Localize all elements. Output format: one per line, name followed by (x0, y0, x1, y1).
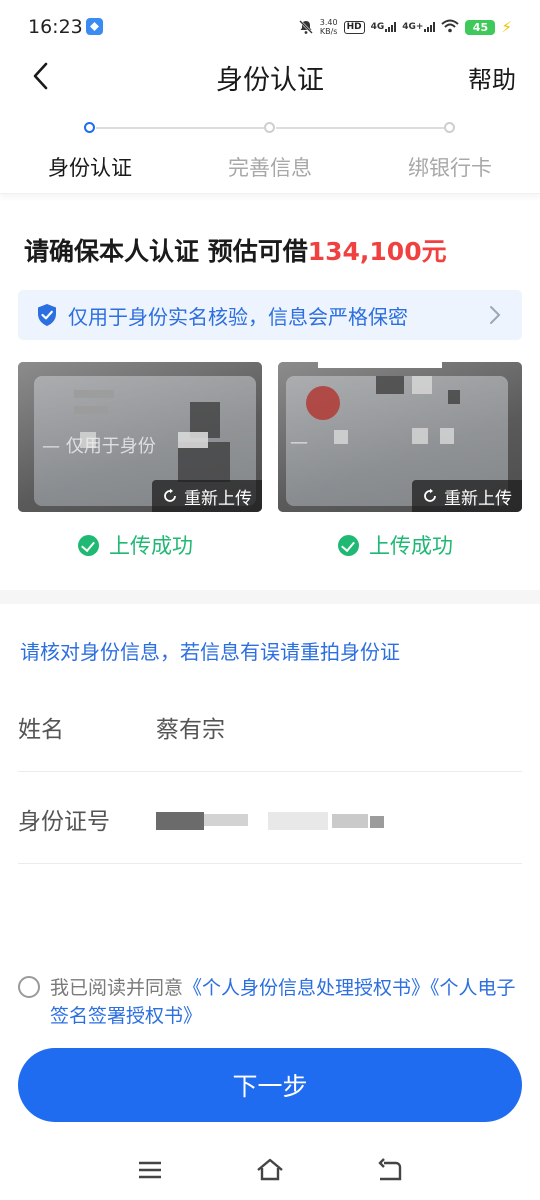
net-speed-unit: KB/s (319, 27, 338, 36)
page-title: 身份认证 (216, 65, 324, 96)
net-speed: 3.40 KB/s (320, 18, 338, 36)
step-identity: 身份认证 (48, 156, 132, 180)
check-circle-icon (78, 534, 99, 556)
loan-estimate-headline: 请确保本人认证 预估可借134,100元 (24, 232, 447, 268)
upload-success-label: 上传成功 (109, 534, 193, 558)
next-step-button[interactable]: 下一步 (18, 1048, 522, 1122)
signal-4g-icon: 4G (371, 22, 397, 32)
name-label: 姓名 (18, 717, 64, 743)
step-connector (96, 127, 264, 129)
id-card-portrait-side[interactable]: — 仅用于身份 重新上传 (18, 362, 262, 512)
progress-stepper: 身份认证 完善信息 绑银行卡 (0, 118, 540, 194)
privacy-notice-bar[interactable]: 仅用于身份实名核验，信息会严格保密 (18, 290, 522, 340)
charging-icon: ⚡ (501, 18, 512, 36)
shield-check-icon (38, 304, 56, 326)
card-watermark: — 仅用于身份 (42, 436, 156, 457)
id-number-row: 身份证号 (18, 772, 522, 864)
home-icon[interactable] (254, 1154, 286, 1186)
reupload-label: 重新上传 (184, 488, 252, 509)
app-header: 身份认证 帮助 (0, 56, 540, 96)
step-dot (264, 122, 275, 133)
agree-checkbox[interactable] (18, 976, 40, 998)
battery-icon: 45 (465, 19, 496, 35)
upload-success-label: 上传成功 (369, 534, 453, 558)
chevron-right-icon (490, 306, 501, 324)
step-bind-bank-card: 绑银行卡 (408, 156, 492, 180)
signal-4g-label: 4G (370, 22, 385, 32)
verify-info-hint: 请核对身份信息，若信息有误请重拍身份证 (20, 640, 400, 664)
net-speed-value: 3.40 (319, 18, 338, 27)
upload-success-status: 上传成功 (338, 530, 453, 560)
reupload-button[interactable]: 重新上传 (152, 480, 262, 512)
signal-4g-plus-label: 4G+ (402, 22, 424, 32)
refresh-icon (164, 488, 176, 502)
help-link[interactable]: 帮助 (468, 60, 516, 95)
mute-bell-icon (298, 19, 314, 35)
name-value: 蔡有宗 (156, 717, 225, 743)
personal-info-authorization-link[interactable]: 《个人身份信息处理授权书》 (183, 977, 430, 999)
agreement-text: 我已阅读并同意《个人身份信息处理授权书》《个人电子签名签署授权书》 (50, 974, 526, 1030)
back-nav-icon[interactable] (374, 1154, 406, 1186)
step-complete-info: 完善信息 (228, 156, 312, 180)
system-nav-bar (0, 1140, 540, 1200)
privacy-notice-text: 仅用于身份实名核验，信息会严格保密 (68, 304, 408, 329)
estimated-amount: 134,100元 (307, 237, 447, 266)
headline-prefix: 请确保本人认证 预估可借 (24, 237, 308, 266)
agreement-prefix: 我已阅读并同意 (50, 977, 184, 999)
refresh-icon (424, 488, 436, 502)
check-circle-icon (338, 534, 359, 556)
reupload-label: 重新上传 (444, 488, 512, 509)
app-notification-icon (86, 18, 103, 35)
id-number-label: 身份证号 (18, 809, 110, 835)
hd-icon: HD (343, 20, 365, 34)
id-card-emblem-side[interactable]: — 重新上传 (278, 362, 522, 512)
section-divider (0, 590, 540, 604)
national-emblem (306, 386, 340, 420)
signal-4g-plus-icon: 4G+ (402, 22, 436, 32)
card-watermark: — (290, 432, 308, 453)
status-bar: 16:23 3.40 KB/s HD 4G 4G+ 45 ⚡ (0, 0, 540, 56)
status-icons: 3.40 KB/s HD 4G 4G+ 45 ⚡ (298, 16, 512, 38)
step-dot-active (84, 122, 95, 133)
status-time: 16:23 (28, 16, 83, 38)
wifi-icon (441, 18, 460, 37)
upload-success-status: 上传成功 (78, 530, 193, 560)
name-row: 姓名 蔡有宗 (18, 680, 522, 772)
step-connector (276, 127, 444, 129)
step-dot (444, 122, 455, 133)
reupload-button[interactable]: 重新上传 (412, 480, 522, 512)
menu-icon[interactable] (134, 1154, 166, 1186)
